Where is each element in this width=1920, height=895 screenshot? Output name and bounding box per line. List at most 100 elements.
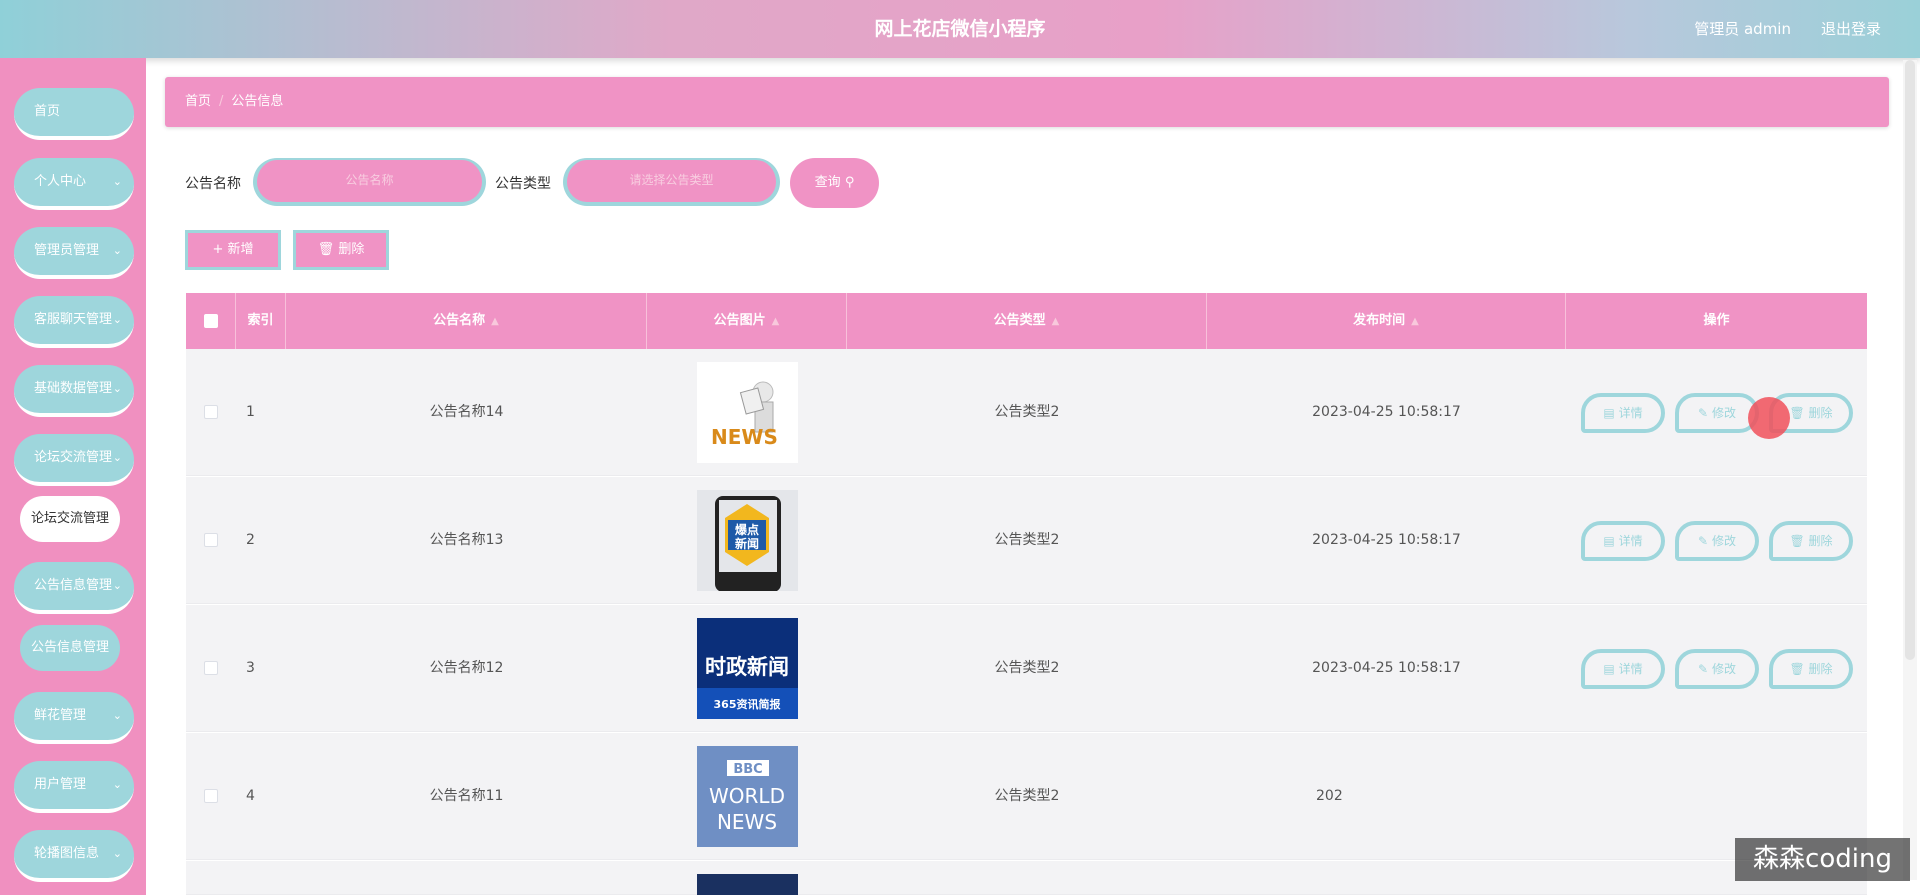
pencil-icon: ✎ (1698, 662, 1709, 676)
document-icon: ▤ (1603, 406, 1615, 420)
watermark: 森森coding (1735, 838, 1910, 881)
batch-delete-button-label: 删除 (338, 242, 365, 257)
notice-type-label: 公告类型 (495, 176, 551, 192)
sidebar-item-flowers[interactable]: 鲜花管理 ⌄ (14, 692, 134, 744)
document-icon: ▤ (1603, 534, 1615, 548)
detail-button[interactable]: ▤ 详情 (1581, 649, 1665, 689)
search-icon: ⚲ (844, 175, 855, 190)
table-row: 3 公告名称12 时政新闻 365资讯简报 公告类型2 2023-04-25 1… (186, 605, 1867, 732)
notice-type-select[interactable]: 请选择公告类型 (563, 158, 780, 206)
sidebar-item-home[interactable]: 首页 (14, 88, 134, 140)
table-row: 2 公告名称13 爆点 新闻 公告类型2 2023-04-25 10:58:17… (186, 477, 1867, 604)
select-all-checkbox[interactable] (204, 314, 218, 328)
notice-name-label: 公告名称 (185, 176, 241, 192)
notice-image: 爆点 新闻 (697, 490, 798, 591)
add-button-label: 新增 (227, 242, 254, 257)
detail-button[interactable]: ▤ 详情 (1581, 521, 1665, 561)
edit-button[interactable]: ✎ 修改 (1675, 521, 1759, 561)
sidebar-item-chat[interactable]: 客服聊天管理 ⌄ (14, 296, 134, 348)
cell-time: 2023-04-25 10:58:17 (1312, 404, 1461, 420)
chevron-down-icon: ⌄ (112, 847, 122, 860)
breadcrumb-separator: / (219, 94, 224, 109)
chevron-down-icon: ⌄ (112, 244, 122, 257)
chevron-down-icon: ⌄ (112, 579, 122, 592)
cell-name: 公告名称13 (429, 532, 504, 548)
cell-name: 公告名称12 (429, 660, 504, 676)
select-all-cell (186, 293, 236, 349)
sort-icon: ▲ (771, 316, 780, 327)
table-row: 1 公告名称14 NEWS 公告类型2 2023-04-25 10:58:17 … (186, 349, 1867, 476)
sidebar-item-users[interactable]: 用户管理 ⌄ (14, 761, 134, 813)
chevron-down-icon: ⌄ (112, 451, 122, 464)
search-button-label: 查询 (814, 175, 841, 190)
sidebar-item-label: 用户管理 (34, 777, 87, 792)
baodian-word: 爆点 (735, 522, 759, 537)
column-name[interactable]: 公告名称 ▲ (286, 293, 647, 349)
cell-type: 公告类型2 (994, 404, 1060, 420)
edit-button-label: 修改 (1711, 662, 1736, 676)
shizheng-sub-word: 365资讯简报 (714, 697, 782, 711)
edit-button-label: 修改 (1711, 406, 1736, 420)
page-scrollbar[interactable] (1903, 60, 1917, 880)
table-row (186, 861, 1867, 895)
sidebar-subitem-notice[interactable]: 公告信息管理 (20, 625, 120, 671)
edit-button[interactable]: ✎ 修改 (1675, 393, 1759, 433)
sort-icon: ▲ (491, 316, 499, 327)
sidebar-item-personal[interactable]: 个人中心 ⌄ (14, 158, 134, 210)
column-time[interactable]: 发布时间 ▲ (1207, 293, 1566, 349)
row-checkbox[interactable] (204, 533, 218, 547)
column-actions: 操作 (1703, 313, 1730, 328)
column-type[interactable]: 公告类型 ▲ (847, 293, 1207, 349)
trash-icon: 🗑 (317, 242, 335, 257)
chevron-down-icon: ⌄ (112, 709, 122, 722)
table-row: 4 公告名称11 BBC WORLD NEWS 公告类型2 202 (186, 733, 1867, 860)
logout-link[interactable]: 退出登录 (1821, 0, 1881, 58)
baodian-news-image: 爆点 新闻 (715, 496, 781, 591)
cell-name: 公告名称14 (429, 404, 504, 420)
detail-button-label: 详情 (1618, 406, 1643, 420)
cell-time: 2023-04-25 10:58:17 (1312, 532, 1461, 548)
delete-button[interactable]: 🗑 删除 (1769, 521, 1853, 561)
search-button[interactable]: 查询 ⚲ (790, 158, 879, 208)
pencil-icon: ✎ (1698, 406, 1709, 420)
table-header: 索引 公告名称 ▲ 公告图片 ▲ 公告类型 ▲ 发布时间 ▲ 操作 (186, 293, 1867, 349)
column-image[interactable]: 公告图片 ▲ (647, 293, 847, 349)
sidebar-item-forum[interactable]: 论坛交流管理 ⌄ (14, 434, 134, 486)
add-button[interactable]: + 新增 (185, 230, 281, 270)
sidebar-item-basedata[interactable]: 基础数据管理 ⌄ (14, 365, 134, 417)
scrollbar-thumb[interactable] (1905, 60, 1915, 660)
cell-time: 202 (1316, 788, 1343, 804)
detail-button[interactable]: ▤ 详情 (1581, 393, 1665, 433)
cell-type: 公告类型2 (994, 788, 1060, 804)
cell-type: 公告类型2 (994, 660, 1060, 676)
trash-icon: 🗑 (1789, 662, 1805, 676)
delete-button[interactable]: 🗑 删除 (1769, 649, 1853, 689)
cell-index: 3 (246, 660, 255, 676)
row-checkbox[interactable] (204, 789, 218, 803)
notice-name-input[interactable]: 公告名称 (253, 158, 486, 206)
shizheng-news-image: 时政新闻 365资讯简报 (697, 618, 798, 719)
notice-image: 时政新闻 365资讯简报 (697, 618, 798, 719)
batch-delete-button[interactable]: 🗑 删除 (293, 230, 389, 270)
edit-button[interactable]: ✎ 修改 (1675, 649, 1759, 689)
top-header: 网上花店微信小程序 管理员 admin 退出登录 (0, 0, 1920, 58)
column-label: 发布时间 (1353, 313, 1406, 328)
bbc-word: BBC (733, 762, 762, 777)
sidebar-item-notice[interactable]: 公告信息管理 ⌄ (14, 562, 134, 614)
sidebar-subitem-forum[interactable]: 论坛交流管理 (20, 496, 120, 542)
sidebar-item-admin[interactable]: 管理员管理 ⌄ (14, 227, 134, 279)
row-checkbox[interactable] (204, 405, 218, 419)
breadcrumb-home[interactable]: 首页 (185, 94, 211, 109)
chevron-down-icon: ⌄ (112, 313, 122, 326)
cell-index: 2 (246, 532, 255, 548)
cell-type: 公告类型2 (994, 532, 1060, 548)
document-icon: ▤ (1603, 662, 1615, 676)
sidebar: 首页 个人中心 ⌄ 管理员管理 ⌄ 客服聊天管理 ⌄ 基础数据管理 ⌄ 论坛交流… (0, 58, 146, 895)
news-word: NEWS (711, 425, 778, 449)
cell-time: 2023-04-25 10:58:17 (1312, 660, 1461, 676)
xinwen-word: 新闻 (735, 536, 759, 551)
sidebar-item-carousel[interactable]: 轮播图信息 ⌄ (14, 830, 134, 882)
row-checkbox[interactable] (204, 661, 218, 675)
delete-button-label: 删除 (1808, 406, 1833, 420)
breadcrumb-current: 公告信息 (231, 94, 284, 109)
